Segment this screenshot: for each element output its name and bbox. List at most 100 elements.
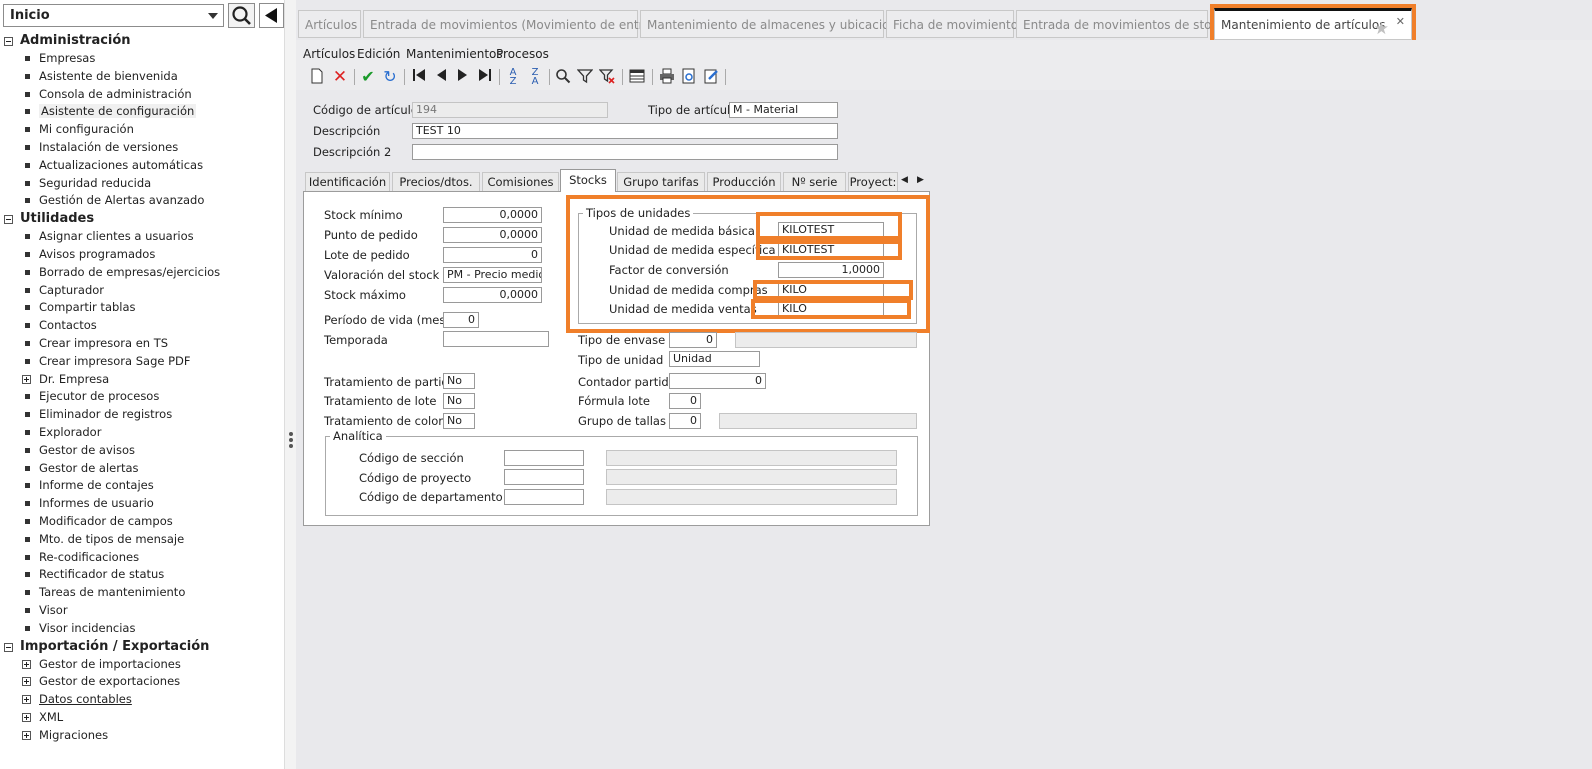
tree-item[interactable]: Crear impresora en TS	[0, 335, 284, 353]
next-record-icon[interactable]	[454, 68, 472, 86]
tree-item[interactable]: Re-codificaciones	[0, 549, 284, 567]
tree-item[interactable]: Consola de administración	[0, 86, 284, 104]
remove-filter-icon[interactable]	[598, 68, 616, 86]
codigo-seccion-field[interactable]	[504, 450, 584, 466]
valoracion-field[interactable]: PM - Precio medio	[443, 267, 542, 283]
stock-maximo-field[interactable]: 0,0000	[443, 287, 542, 303]
print-icon[interactable]	[658, 68, 676, 86]
tree-item[interactable]: Rectificador de status	[0, 566, 284, 584]
tipo-articulo-field[interactable]: M - Material	[729, 102, 838, 118]
accept-check-icon[interactable]: ✔	[359, 68, 377, 86]
periodo-vida-field[interactable]: 0	[443, 312, 479, 328]
tab-precios-dtos[interactable]: Precios/dtos.	[392, 172, 480, 191]
collapse-minus-icon[interactable]	[4, 642, 13, 652]
tree-item[interactable]: Informe de contajes	[0, 477, 284, 495]
delete-icon[interactable]: ✕	[331, 68, 349, 86]
collapse-minus-icon[interactable]	[4, 215, 13, 225]
expand-plus-icon[interactable]	[22, 695, 31, 705]
tree-item[interactable]: Informes de usuario	[0, 495, 284, 513]
sidebar-splitter[interactable]	[284, 0, 296, 769]
new-document-icon[interactable]	[308, 68, 326, 86]
expand-plus-icon[interactable]	[22, 712, 31, 722]
trat-partidas-field[interactable]: No	[443, 373, 475, 389]
lote-pedido-field[interactable]: 0	[443, 247, 542, 263]
tabs-scroll-left-icon[interactable]: ◀	[901, 175, 908, 185]
tree-item[interactable]: Gestor de exportaciones	[0, 673, 284, 691]
tree-item[interactable]: Dr. Empresa	[0, 371, 284, 389]
trat-colores-field[interactable]: No	[443, 413, 475, 429]
punto-pedido-field[interactable]: 0,0000	[443, 227, 542, 243]
tree-item[interactable]: Asistente de bienvenida	[0, 68, 284, 86]
menu-edicion[interactable]: Edición	[357, 47, 400, 61]
tree-item[interactable]: Datos contables	[0, 691, 284, 709]
temporada-field[interactable]	[443, 331, 549, 347]
codigo-proyecto-field[interactable]	[504, 469, 584, 485]
edit-document-icon[interactable]	[702, 68, 720, 86]
descripcion2-field[interactable]	[412, 144, 838, 160]
grupo-tallas-field[interactable]: 0	[669, 413, 701, 429]
tree-item[interactable]: Gestión de Alertas avanzado	[0, 192, 284, 210]
tree-group[interactable]: Importación / Exportación	[0, 638, 284, 656]
tree-group[interactable]: Utilidades	[0, 210, 284, 228]
descripcion-field[interactable]: TEST 10	[412, 123, 838, 139]
tree-group[interactable]: Administración	[0, 32, 284, 50]
tree-item[interactable]: Gestor de avisos	[0, 442, 284, 460]
tree-item[interactable]: XML	[0, 709, 284, 727]
doc-tab-almacenes[interactable]: Mantenimiento de almacenes y ubicaciones	[640, 10, 911, 38]
tree-item[interactable]: Asignar clientes a usuarios	[0, 228, 284, 246]
tipo-envase-field[interactable]: 0	[669, 332, 717, 348]
tree-item[interactable]: Capturador	[0, 282, 284, 300]
tree-item[interactable]: Instalación de versiones	[0, 139, 284, 157]
expand-plus-icon[interactable]	[22, 677, 31, 687]
find-icon[interactable]	[554, 68, 572, 86]
expand-plus-icon[interactable]	[22, 374, 31, 384]
sort-ascending-icon[interactable]: AZ	[504, 68, 522, 87]
menu-mantenimientos[interactable]: Mantenimientos	[406, 47, 503, 61]
tree-item[interactable]: Compartir tablas	[0, 299, 284, 317]
doc-tab-entrada-movimientos[interactable]: Entrada de movimientos (Movimiento de en…	[363, 10, 671, 38]
tabs-scroll-right-icon[interactable]: ▶	[917, 175, 924, 185]
tree-item[interactable]: Explorador	[0, 424, 284, 442]
tab-stocks[interactable]: Stocks	[560, 169, 616, 192]
tipo-unidad-field[interactable]: Unidad	[669, 351, 760, 367]
refresh-icon[interactable]: ↻	[381, 68, 399, 86]
doc-tab-movimientos-stock[interactable]: Entrada de movimientos de stock	[1016, 10, 1225, 38]
tree-item[interactable]: Empresas	[0, 50, 284, 68]
tree-item[interactable]: Visor	[0, 602, 284, 620]
tab-proyectos[interactable]: Proyect:	[848, 172, 898, 191]
tree-item[interactable]: Gestor de alertas	[0, 460, 284, 478]
first-record-icon[interactable]	[410, 68, 428, 86]
collapse-minus-icon[interactable]	[4, 37, 13, 46]
print-preview-icon[interactable]	[680, 68, 698, 86]
codigo-articulo-field[interactable]: 194	[412, 102, 608, 118]
doc-tab-articulos[interactable]: Artículos	[298, 10, 361, 38]
grid-view-icon[interactable]	[628, 68, 646, 86]
tree-item[interactable]: Asistente de configuración	[0, 103, 284, 121]
tree-item[interactable]: Actualizaciones automáticas	[0, 157, 284, 175]
module-dropdown[interactable]: Inicio	[3, 4, 224, 27]
menu-procesos[interactable]: Procesos	[496, 47, 549, 61]
tab-produccion[interactable]: Producción	[707, 172, 781, 191]
stock-minimo-field[interactable]: 0,0000	[443, 207, 542, 223]
tree-item[interactable]: Mi configuración	[0, 121, 284, 139]
previous-record-icon[interactable]	[432, 68, 450, 86]
tree-item[interactable]: Contactos	[0, 317, 284, 335]
tree-item[interactable]: Modificador de campos	[0, 513, 284, 531]
contador-partida-field[interactable]: 0	[669, 373, 766, 389]
search-button[interactable]	[228, 3, 255, 28]
formula-lote-field[interactable]: 0	[669, 393, 701, 409]
menu-articulos[interactable]: Artículos	[303, 47, 355, 61]
tree-item[interactable]: Ejecutor de procesos	[0, 388, 284, 406]
sort-descending-icon[interactable]: ZA	[526, 68, 544, 87]
tree-item[interactable]: Avisos programados	[0, 246, 284, 264]
tab-comisiones[interactable]: Comisiones	[482, 172, 559, 191]
tree-item[interactable]: Migraciones	[0, 727, 284, 745]
filter-icon[interactable]	[576, 68, 594, 86]
tab-grupo-tarifas[interactable]: Grupo tarifas	[617, 172, 705, 191]
trat-lote-field[interactable]: No	[443, 393, 475, 409]
tab-identificacion[interactable]: Identificación	[305, 172, 390, 191]
tree-item[interactable]: Mto. de tipos de mensaje	[0, 531, 284, 549]
tree-item[interactable]: Seguridad reducida	[0, 175, 284, 193]
tree-item[interactable]: Borrado de empresas/ejercicios	[0, 264, 284, 282]
tree-item[interactable]: Tareas de mantenimiento	[0, 584, 284, 602]
